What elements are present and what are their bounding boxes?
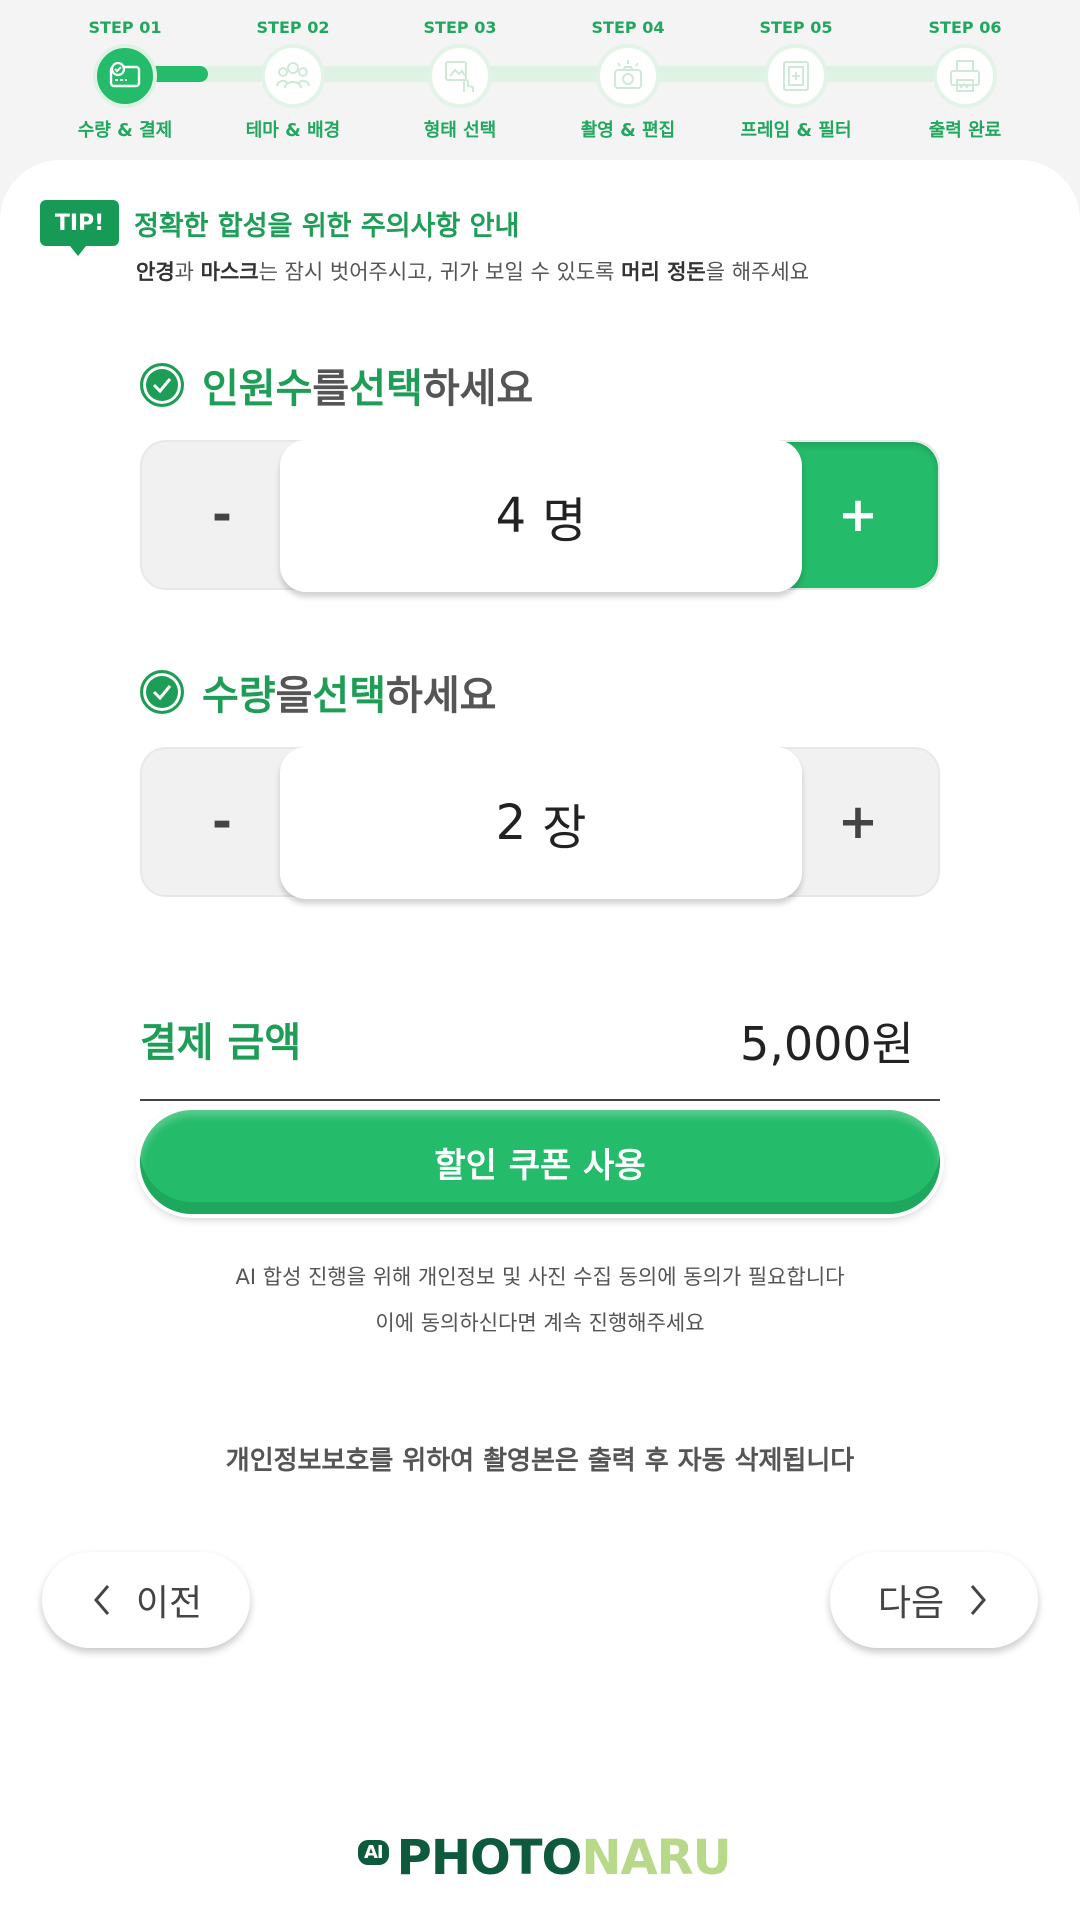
step-number: STEP 04 — [591, 18, 665, 37]
step-number: STEP 02 — [256, 18, 330, 37]
progress-stepper: STEP 01 수량 & 결제 STEP 02 테마 & 배경 STEP 03 … — [0, 0, 1080, 160]
next-button[interactable]: 다음 — [830, 1552, 1038, 1648]
quantity-value: 2 — [495, 795, 527, 851]
people-decrement-button[interactable]: - — [142, 442, 302, 588]
logo-naru-text: NARU — [581, 1830, 731, 1886]
printer-icon — [933, 44, 997, 108]
logo-photo-text: PHOTO — [396, 1830, 583, 1886]
step-number: STEP 03 — [423, 18, 497, 37]
touch-icon — [428, 44, 492, 108]
step-4: STEP 04 촬영 & 편집 — [544, 18, 712, 142]
consent-line-2: 이에 동의하신다면 계속 진행해주세요 — [375, 1311, 705, 1335]
payment-amount: 5,000원 — [739, 1017, 914, 1071]
step-label: 출력 완료 — [928, 120, 1002, 141]
quantity-unit: 장 — [542, 800, 587, 856]
payment-label: 결제 금액 — [140, 1020, 302, 1066]
tip-badge: TIP! — [40, 200, 119, 256]
people-count-display: 4 명 — [280, 440, 802, 592]
chevron-right-icon — [970, 1585, 987, 1615]
check-circle-icon — [140, 363, 184, 407]
quantity-increment-button[interactable]: + — [778, 749, 938, 895]
step-2: STEP 02 테마 & 배경 — [209, 18, 377, 142]
quantity-display: 2 장 — [280, 747, 802, 899]
brand-logo: AI PHOTO NARU — [358, 1830, 732, 1886]
people-stepper: - + 4 명 — [140, 440, 940, 592]
frame-icon — [764, 44, 828, 108]
card-icon — [93, 44, 157, 108]
quantity-decrement-button[interactable]: - — [142, 749, 302, 895]
step-number: STEP 01 — [88, 18, 162, 37]
step-6: STEP 06 출력 완료 — [881, 18, 1049, 142]
next-label: 다음 — [877, 1583, 945, 1624]
consent-notice: AI 합성 진행을 위해 개인정보 및 사진 수집 동의에 동의가 필요합니다 … — [0, 1254, 1080, 1346]
step-label: 수량 & 결제 — [77, 120, 173, 141]
tip-title: 정확한 합성을 위한 주의사항 안내 — [134, 211, 520, 242]
step-label: 프레임 & 필터 — [740, 120, 852, 141]
step-3: STEP 03 형태 선택 — [376, 18, 544, 142]
check-circle-icon — [140, 670, 184, 714]
step-1: STEP 01 수량 & 결제 — [41, 18, 209, 142]
people-count-value: 4 — [495, 488, 527, 544]
logo-ai-badge: AI — [358, 1840, 389, 1865]
step-5: STEP 05 프레임 & 필터 — [712, 18, 880, 142]
quantity-stepper: - + 2 장 — [140, 747, 940, 899]
chevron-left-icon — [93, 1585, 110, 1615]
step-label: 촬영 & 편집 — [580, 120, 676, 141]
step-label: 형태 선택 — [423, 120, 497, 141]
group-icon — [261, 44, 325, 108]
consent-line-1: AI 합성 진행을 위해 개인정보 및 사진 수집 동의에 동의가 필요합니다 — [235, 1265, 845, 1289]
step-number: STEP 05 — [759, 18, 833, 37]
prev-button[interactable]: 이전 — [42, 1552, 250, 1648]
privacy-notice: 개인정보보호를 위하여 촬영본은 출력 후 자동 삭제됩니다 — [225, 1446, 855, 1476]
camera-icon — [596, 44, 660, 108]
prev-label: 이전 — [135, 1583, 203, 1624]
coupon-button[interactable]: 할인 쿠폰 사용 — [140, 1110, 940, 1214]
quantity-heading: 수량 을 선택 하세요 — [140, 663, 496, 721]
step-label: 테마 & 배경 — [245, 120, 341, 141]
step-number: STEP 06 — [928, 18, 1002, 37]
divider — [140, 1099, 940, 1101]
people-count-unit: 명 — [542, 493, 587, 549]
tip-description: 안경과 마스크는 잠시 벗어주시고, 귀가 보일 수 있도록 머리 정돈을 해주… — [136, 260, 810, 284]
people-increment-button[interactable]: + — [778, 442, 938, 588]
people-heading: 인원수 를 선택 하세요 — [140, 356, 533, 414]
